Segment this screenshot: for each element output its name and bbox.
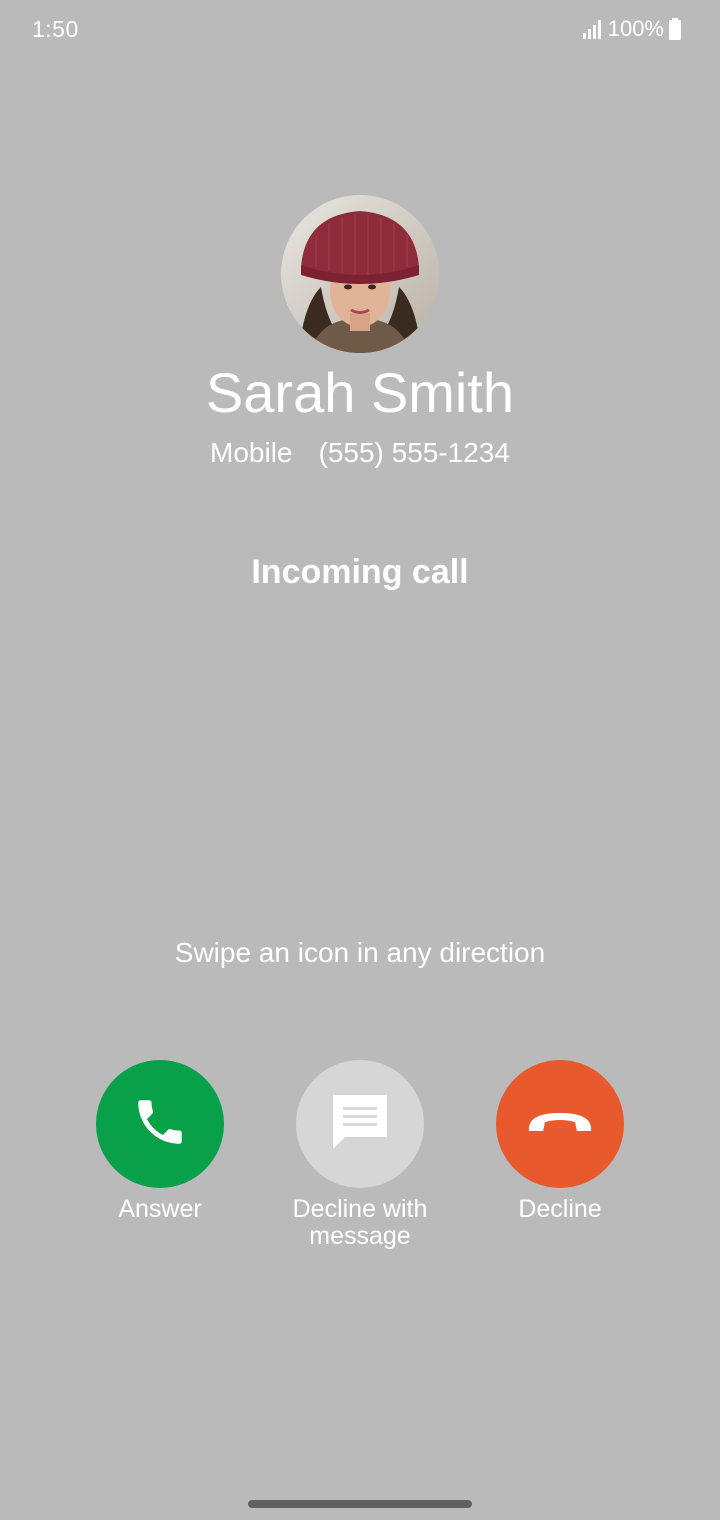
- caller-avatar: [281, 195, 439, 353]
- swipe-hint: Swipe an icon in any direction: [174, 937, 546, 968]
- status-indicators: 100%: [582, 16, 682, 42]
- signal-icon: [582, 18, 604, 40]
- decline-with-message-action: Decline with message: [260, 1060, 460, 1250]
- battery-percentage: 100%: [607, 16, 664, 41]
- answer-action: Answer: [60, 1060, 260, 1223]
- call-status: Incoming call: [251, 553, 469, 591]
- decline-label: Decline: [518, 1195, 602, 1223]
- decline-button[interactable]: [496, 1060, 624, 1188]
- decline-action: Decline: [460, 1060, 660, 1223]
- decline-with-message-button[interactable]: [296, 1060, 424, 1188]
- answer-label: Answer: [118, 1195, 202, 1223]
- battery-icon: [668, 18, 682, 40]
- phone-number: (555) 555-1234: [318, 437, 510, 468]
- caller-details: Mobile (555) 555-1234: [0, 436, 720, 470]
- answer-button[interactable]: [96, 1060, 224, 1188]
- caller-name: Sarah Smith: [205, 361, 515, 424]
- message-icon: [329, 1091, 391, 1158]
- status-bar: 1:50 100%: [0, 0, 720, 60]
- status-time: 1:50: [32, 16, 79, 42]
- phone-icon: [131, 1093, 189, 1156]
- number-type: Mobile: [210, 437, 293, 468]
- home-indicator[interactable]: [248, 1500, 472, 1508]
- decline-with-message-label: Decline with message: [292, 1195, 428, 1250]
- hang-up-icon: [525, 1107, 595, 1142]
